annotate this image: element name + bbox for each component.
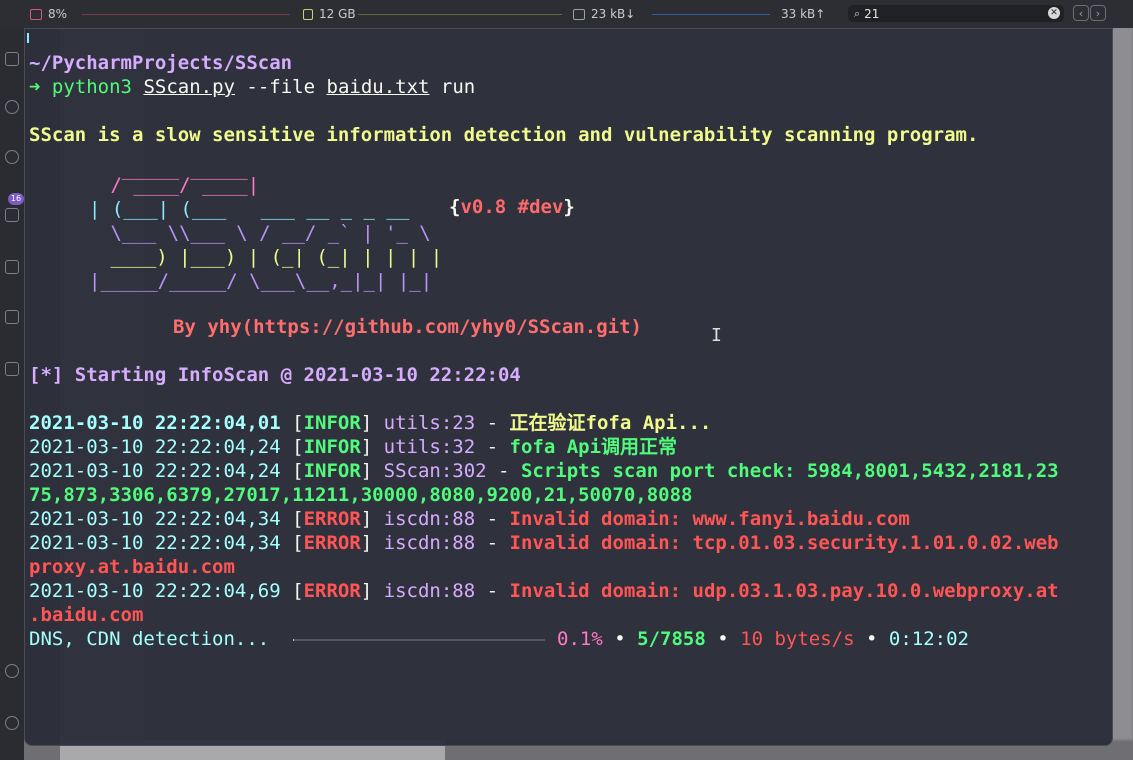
intro-text: SScan is a slow sensitive information de… [29,124,979,146]
menu-bar: 8% 12 GB 23 kB↓ 33 kB↑ ⌕ 21 ✕ ‹ › [0,0,1133,28]
banner-line-4: \___ \\___ \ / __/ _` | '_ \ [99,222,431,244]
progress-rate: 10 bytes/s [740,628,855,650]
text-cursor-icon: I [711,325,722,346]
debug-icon[interactable] [5,208,19,222]
settings-gear-icon[interactable] [5,716,19,730]
prompt-arrow: ➜ [29,76,41,98]
memory-graph [358,14,562,15]
banner-line-2: / ____/ ____| [99,174,260,196]
memory-value: 12 GB [319,7,356,21]
cpu-icon [30,8,42,20]
scroll-marker [27,33,29,43]
command-flag: --file [246,76,316,98]
version-text: v0.8 #dev [460,196,564,218]
bookmark-icon[interactable] [5,362,19,376]
account-icon[interactable] [5,664,19,678]
network-up-value: 33 kB↑ [781,7,826,21]
log-line-continuation: 75,873,3306,6379,27017,11211,30000,8080,… [29,484,693,506]
progress-bar [293,639,545,641]
remote-icon[interactable] [5,310,19,324]
network-down-value: 23 kB↓ [591,7,636,21]
start-line: [*] Starting InfoScan @ 2021-03-10 22:22… [29,364,521,386]
log-line: 2021-03-10 22:22:04,69 [ERROR] iscdn:88 … [29,580,1059,602]
progress-count: 5/7858 [637,628,706,650]
progress-label: DNS, CDN detection... [29,628,270,650]
log-line: 2021-03-10 22:22:04,24 [INFOR] SScan:302… [29,460,1059,482]
cpu-value: 8% [48,7,68,21]
command-run: run [440,76,476,98]
explorer-icon[interactable] [5,52,19,66]
activity-bar: 16 [0,28,24,760]
progress-percent: 0.1% [557,628,603,650]
command-file: baidu.txt [326,76,430,98]
log-line-continuation: proxy.at.baidu.com [29,556,235,578]
progress-stats: 0.1% • 5/7858 • 10 bytes/s • 0:12:02 [557,628,969,650]
source-control-icon[interactable] [5,150,19,164]
log-line: 2021-03-10 22:22:04,34 [ERROR] iscdn:88 … [29,508,910,530]
author-line: By yhy(https://github.com/yhy0/SScan.git… [173,316,642,338]
log-line: 2021-03-10 22:22:04,34 [ERROR] iscdn:88 … [29,532,1059,554]
terminal-window[interactable]: ~/PycharmProjects/SScan ➜ python3 SScan.… [24,28,1113,746]
search-icon: ⌕ [854,6,861,20]
network-graph [652,14,770,15]
search-sidebar-icon[interactable] [5,100,19,114]
memory-monitor[interactable]: 12 GB [303,0,356,28]
progress-fill [293,639,294,641]
cpu-graph [82,14,290,15]
cwd-line: ~/PycharmProjects/SScan [29,52,293,74]
back-button[interactable]: ‹ [1073,5,1089,21]
banner-line-5: ____) |___) | (_| (_| | | | | [99,246,443,268]
command-script: SScan.py [143,76,235,98]
banner-line-6: |_____/_____/ \___\__,_|_| |_| [89,270,433,292]
search-input[interactable]: ⌕ 21 ✕ [848,5,1064,22]
version-tag: {v0.8 #dev} [449,196,575,218]
cpu-monitor[interactable]: 8% [30,0,67,28]
banner-line-3: | (___| (___ ___ __ _ _ __ [89,198,410,220]
forward-button[interactable]: › [1090,5,1106,21]
progress-eta: 0:12:02 [888,628,969,650]
network-down-monitor[interactable]: 23 kB↓ [573,0,635,28]
log-line-continuation: .baidu.com [29,604,144,626]
network-up-monitor[interactable]: 33 kB↑ [781,0,825,28]
log-line: 2021-03-10 22:22:04,01 [INFOR] utils:23 … [29,412,712,434]
command-python: python3 [51,76,132,98]
log-line: 2021-03-10 22:22:04,24 [INFOR] utils:32 … [29,436,678,458]
memory-icon [303,8,313,20]
source-control-badge: 16 [8,193,24,205]
network-icon [573,8,585,20]
extensions-icon[interactable] [5,260,19,274]
clear-search-icon[interactable]: ✕ [1048,7,1060,19]
command-line: ➜ python3 SScan.py --file baidu.txt run [29,75,475,99]
search-value: 21 [864,6,880,21]
